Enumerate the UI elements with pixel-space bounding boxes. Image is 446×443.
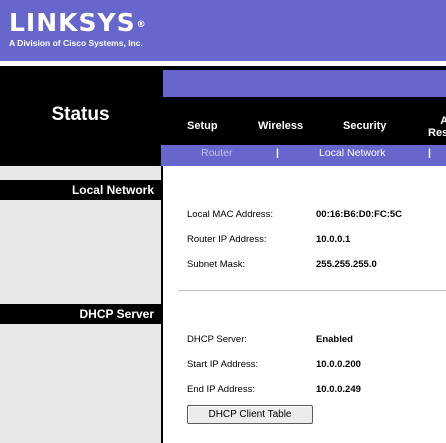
dhcp-server-label: DHCP Server:: [187, 334, 248, 345]
nav-purple-strip: [161, 70, 446, 97]
tab-setup[interactable]: Setup: [187, 120, 218, 133]
column-divider: [161, 166, 163, 443]
start-ip-label: Start IP Address:: [187, 359, 259, 370]
end-ip-value: 10.0.0.249: [316, 384, 361, 395]
dhcp-client-table-button[interactable]: DHCP Client Table: [187, 405, 313, 424]
section-label: DHCP Server: [79, 307, 154, 321]
section-header-dhcp-server: DHCP Server: [0, 304, 161, 324]
section-separator: [178, 290, 446, 291]
logo-text: LINKSYS: [9, 8, 136, 37]
registered-mark: ®: [136, 20, 147, 30]
subnet-mask-value: 255.255.255.0: [316, 259, 377, 270]
dhcp-server-value: Enabled: [316, 334, 353, 345]
router-ip-label: Router IP Address:: [187, 234, 267, 245]
subnet-mask-label: Subnet Mask:: [187, 259, 246, 270]
tab-wireless[interactable]: Wireless: [258, 120, 303, 133]
tab-security[interactable]: Security: [343, 120, 386, 133]
local-mac-label: Local MAC Address:: [187, 209, 274, 220]
start-ip-value: 10.0.0.200: [316, 359, 361, 370]
header-banner: LINKSYS® A Division of Cisco Systems, In…: [0, 0, 446, 61]
end-ip-label: End IP Address:: [187, 384, 255, 395]
tab-access-restrictions[interactable]: A Res: [428, 115, 446, 139]
linksys-logo: LINKSYS®: [9, 10, 146, 36]
router-ip-value: 10.0.0.1: [316, 234, 351, 245]
subtab-router[interactable]: Router: [201, 146, 233, 160]
local-mac-value: 00:16:B6:D0:FC:5C: [316, 209, 403, 220]
tagline: A Division of Cisco Systems, Inc.: [9, 38, 143, 48]
subtab-local-network[interactable]: Local Network: [319, 146, 386, 160]
section-header-local-network: Local Network: [0, 180, 161, 200]
subnav-divider: |: [276, 147, 279, 159]
section-label: Local Network: [71, 183, 154, 197]
subnav-divider: |: [428, 147, 431, 159]
page-title: Status: [51, 104, 110, 125]
